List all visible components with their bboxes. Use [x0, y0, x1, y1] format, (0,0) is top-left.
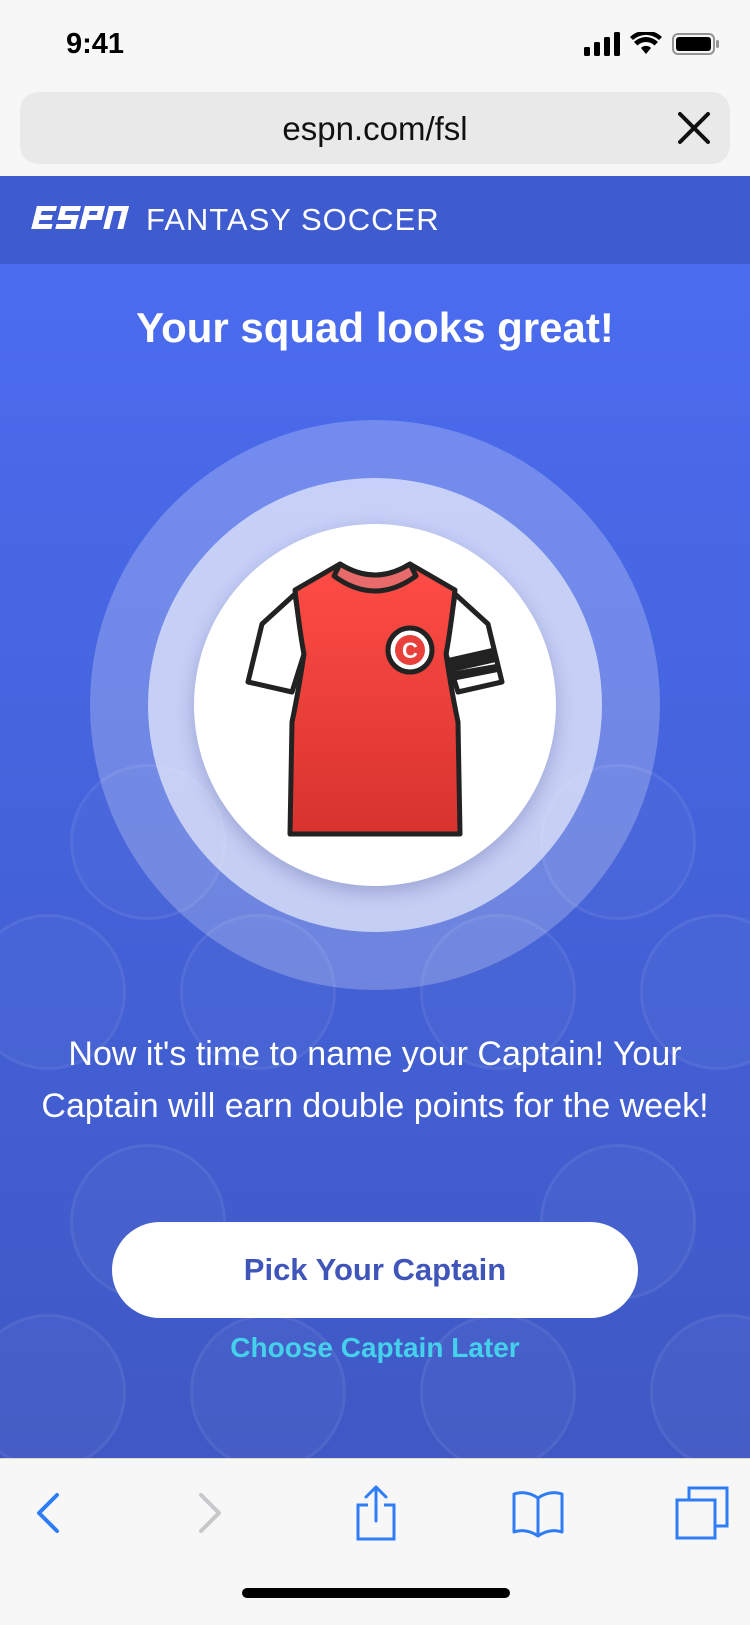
status-icons	[584, 32, 720, 56]
tabs-button[interactable]	[672, 1483, 732, 1543]
bookmarks-button[interactable]	[508, 1483, 568, 1543]
espn-logo	[31, 206, 130, 229]
status-time: 9:41	[66, 28, 125, 60]
share-button[interactable]	[346, 1483, 406, 1543]
browser-toolbar	[0, 1458, 750, 1625]
forward-button[interactable]	[180, 1483, 240, 1543]
pick-captain-button[interactable]: Pick Your Captain	[112, 1222, 638, 1318]
choose-later-link[interactable]: Choose Captain Later	[0, 1332, 750, 1364]
tabs-icon	[675, 1486, 729, 1540]
headline: Your squad looks great!	[136, 304, 614, 351]
signal-icon	[584, 32, 620, 56]
home-indicator	[242, 1588, 510, 1598]
captain-message: Now it's time to name your Captain! Your…	[41, 1035, 709, 1125]
app-title: FANTASY SOCCER	[146, 202, 440, 237]
back-button[interactable]	[18, 1483, 78, 1543]
battery-icon	[672, 33, 719, 55]
status-bar: 9:41	[0, 0, 750, 88]
url-text[interactable]: espn.com/fsl	[20, 110, 730, 148]
main-panel: Your squad looks great! C Now it's time …	[0, 264, 750, 1458]
share-icon	[356, 1485, 396, 1541]
bookmarks-icon	[512, 1491, 564, 1538]
captain-jersey-icon: C	[245, 561, 505, 837]
close-icon[interactable]	[672, 106, 716, 150]
app-header: FANTASY SOCCER	[0, 176, 750, 264]
wifi-icon	[630, 32, 662, 54]
jersey-badge-letter: C	[402, 638, 418, 663]
back-icon	[37, 1493, 59, 1533]
address-bar[interactable]: espn.com/fsl	[20, 92, 730, 164]
forward-icon	[199, 1493, 221, 1533]
